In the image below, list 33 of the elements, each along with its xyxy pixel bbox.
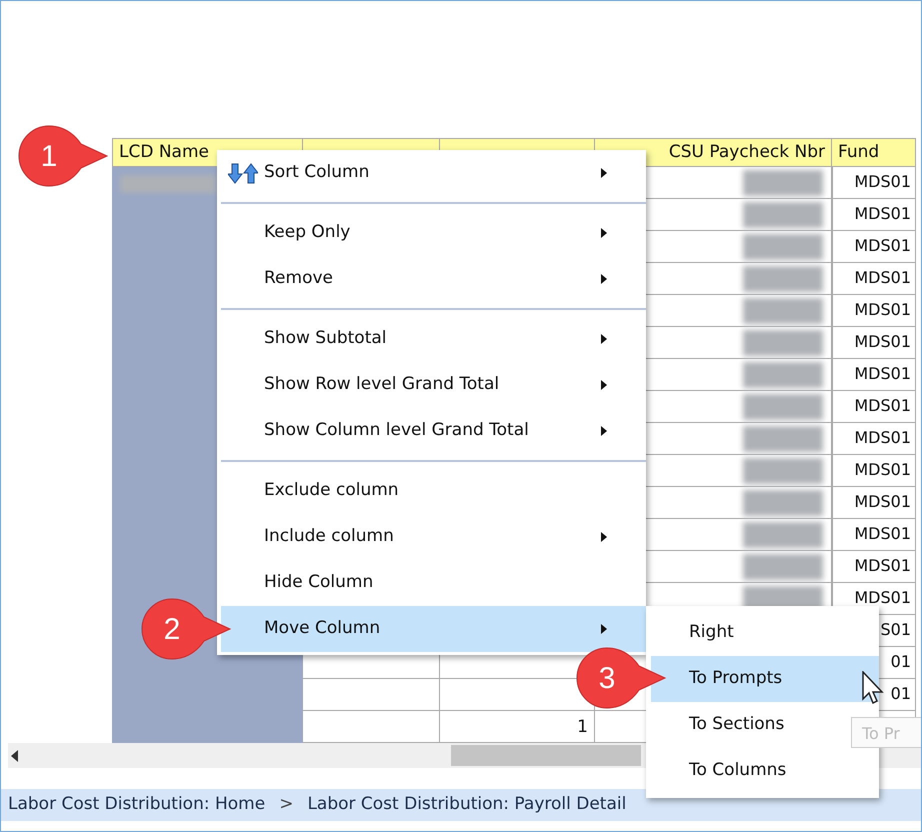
table-cell: MDS01 bbox=[832, 199, 916, 231]
scroll-left-icon[interactable] bbox=[11, 750, 19, 762]
table-cell: MDS01 bbox=[832, 263, 916, 295]
scrollbar-thumb[interactable] bbox=[451, 745, 641, 766]
table-cell: MDS01 bbox=[832, 487, 916, 519]
menu-item[interactable]: Hide Column bbox=[221, 560, 646, 606]
menu-item[interactable]: Move Column bbox=[221, 606, 646, 652]
menu-item[interactable]: To Prompts bbox=[651, 656, 879, 702]
menu-item[interactable]: Exclude column bbox=[221, 468, 646, 514]
column-header[interactable]: Fund bbox=[832, 138, 916, 167]
table-cell: MDS01 bbox=[832, 455, 916, 487]
table-cell: MDS01 bbox=[832, 327, 916, 359]
table-cell: MDS01 bbox=[832, 551, 916, 583]
menu-item[interactable]: To Columns bbox=[651, 748, 879, 794]
table-cell: MDS01 bbox=[832, 391, 916, 423]
tooltip: To Pr bbox=[851, 717, 921, 748]
breadcrumb-separator: > bbox=[279, 793, 294, 816]
table-cell: 1 bbox=[440, 711, 595, 743]
table-cell: MDS01 bbox=[832, 359, 916, 391]
table-cell: MDS01 bbox=[832, 167, 916, 199]
table-cell: MDS01 bbox=[832, 519, 916, 551]
table-cell: MDS01 bbox=[832, 423, 916, 455]
menu-item[interactable]: Remove bbox=[221, 256, 646, 302]
table-cell: MDS01 bbox=[832, 295, 916, 327]
menu-item[interactable]: Show Column level Grand Total bbox=[221, 408, 646, 454]
menu-item[interactable]: Show Subtotal bbox=[221, 316, 646, 362]
breadcrumb-link[interactable]: Labor Cost Distribution: Home bbox=[8, 792, 266, 818]
menu-item[interactable]: Keep Only bbox=[221, 210, 646, 256]
breadcrumb-link[interactable]: Labor Cost Distribution: Payroll Detail bbox=[307, 792, 626, 818]
menu-item[interactable]: Include column bbox=[221, 514, 646, 560]
menu-item[interactable]: Show Row level Grand Total bbox=[221, 362, 646, 408]
table-cell: MDS01 bbox=[832, 231, 916, 263]
sort-arrows-icon bbox=[228, 162, 258, 184]
